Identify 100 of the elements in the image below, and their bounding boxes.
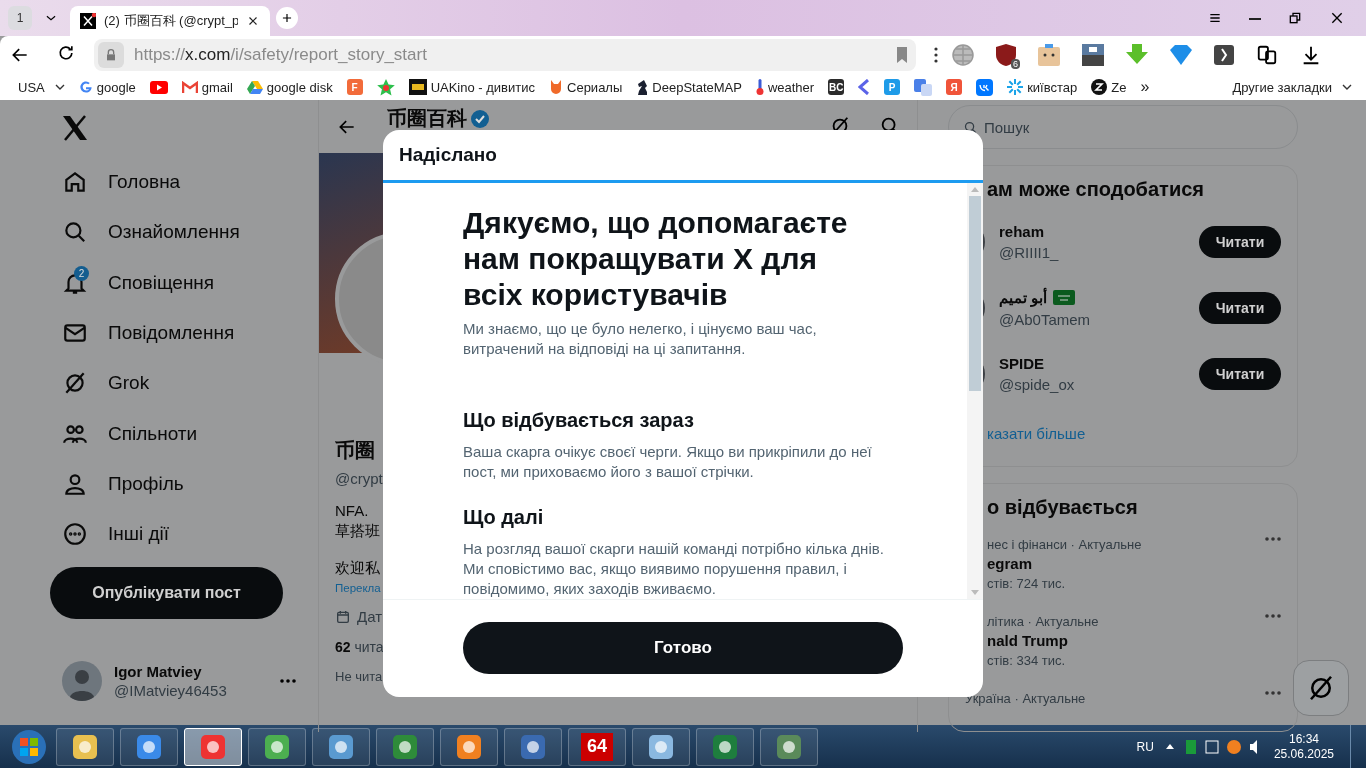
trend-post-count: стів: 334 тис. [987,653,1067,668]
more-bookmarks-button[interactable]: » [1140,78,1150,96]
bookmark-link[interactable]: gmail [201,79,233,95]
bookmark-link[interactable]: київстар [1027,79,1078,95]
address-bar[interactable]: https://x.com/i/safety/report_story_start [94,39,916,71]
nav-item[interactable]: Профіль [50,458,184,510]
chevron-down-icon[interactable] [54,84,65,90]
dialog-intro: Ми знаємо, що це було нелегко, і цінуємо ваш час, витрачений на відповіді на ці запитання. [463,318,818,359]
more-icon[interactable] [1265,537,1281,541]
translate-icon[interactable] [914,78,933,96]
bookmark-link[interactable]: Сериалы [567,79,623,95]
nav-item[interactable]: Спільноти [50,408,198,459]
nav-item[interactable]: Головна [50,157,181,208]
trend-post-count: стів: 724 тис. [987,576,1067,591]
bookmark-link[interactable]: UAKino - дивитис [430,79,535,95]
more-icon [62,521,88,548]
flag-icon [1053,290,1076,305]
more-icon[interactable] [1265,614,1281,618]
section-heading: Що відбувається зараз [463,408,695,432]
taskbar-app[interactable] [248,727,306,766]
taskbar-app[interactable] [632,727,690,766]
grok-button[interactable] [1293,660,1349,716]
verified-icon [471,109,489,128]
done-button[interactable]: Готово [463,622,903,675]
nav-item[interactable]: Інші дії [50,509,170,560]
avatar-icon[interactable] [62,661,102,702]
taskbar-app[interactable] [120,727,178,766]
card-title: ам може сподобатися [987,178,1205,201]
joined-date: Дат [357,608,383,625]
app-icon [71,732,99,761]
bookmark-link[interactable]: google [96,79,136,95]
close-icon [1329,10,1345,26]
taskbar-app[interactable] [504,727,562,766]
chevron-down-icon[interactable] [1342,84,1352,90]
bookmark-link[interactable]: Ze [1111,79,1127,95]
film-icon [408,79,427,95]
bio-line: 草搭班 [335,521,380,541]
diamond-icon[interactable] [1170,44,1192,66]
post-button[interactable]: Опублікувати пост [50,567,283,620]
follow-button[interactable]: Читати [1199,226,1281,258]
extension-badge: 6 [1011,59,1020,69]
account-name: أبو تميم [999,288,1048,307]
restore-icon [1287,10,1303,26]
nav-item[interactable]: Ознайомлення [50,207,240,258]
face-box-icon[interactable] [1038,44,1060,66]
app-icon [199,732,227,761]
app-icon [327,732,355,761]
trend-name[interactable]: nald Trump [987,632,1281,649]
app-icon [775,732,803,761]
follow-button[interactable]: Читати [1199,292,1281,324]
x-logo-icon[interactable] [62,115,88,141]
taskbar-app[interactable] [696,727,754,766]
bookmark-link[interactable]: google disk [266,79,333,95]
trend-name[interactable]: egram [987,555,1281,572]
follow-button[interactable]: Читати [1199,358,1281,390]
calendar-icon [335,608,351,625]
chevron-logo-icon[interactable] [858,79,871,95]
tab-counter[interactable]: 1 [8,6,32,30]
section-heading: Що далі [463,505,545,529]
nav-item[interactable]: 2 Сповіщення [50,257,215,308]
app-icon [263,732,291,761]
browser-tab[interactable]: (2) 币圈百科 (@crypt_p [70,6,270,36]
following-count[interactable]: 62 чита [335,639,384,655]
asterisk-logo-icon [1007,79,1024,95]
taskbar-app[interactable] [440,727,498,766]
circle-logo-icon [1091,79,1108,95]
bookmark-link[interactable]: DeepStateMAP [652,79,742,95]
more-icon[interactable] [1265,691,1281,695]
triangle-drive-icon [246,80,263,94]
star-icon[interactable] [376,78,395,96]
media-box-icon[interactable] [1082,44,1104,66]
play-button-icon[interactable] [149,80,168,94]
globe-icon[interactable] [952,44,974,66]
taskbar-app[interactable] [312,727,370,766]
shield-icon[interactable] [996,44,1016,66]
account-name: SPIDE [999,355,1044,372]
nav-item[interactable]: Grok [50,358,150,409]
caret-up-icon[interactable] [1165,744,1174,749]
taskbar-app[interactable]: 64 [568,727,626,766]
split-square-icon[interactable] [1214,45,1234,65]
account-handle: @RIIII1_ [999,244,1059,261]
bookmark-folder[interactable]: USA [18,79,45,95]
bookmark-icon[interactable] [896,47,908,63]
taskbar-app[interactable] [760,727,818,766]
taskbar-app[interactable] [376,727,434,766]
app-icon [711,732,739,761]
bookmark-logo[interactable]: BC [828,79,845,95]
clock[interactable]: 16:34 25.06.2025 [1273,731,1334,762]
reload-icon [56,43,76,63]
taskbar-app[interactable] [184,727,242,766]
bookmark-link[interactable]: weather [767,79,815,95]
bookmark-folder[interactable]: Другие закладки [1232,79,1332,95]
more-icon[interactable] [280,679,296,684]
kebab-menu-icon[interactable] [934,47,938,63]
nav-item[interactable]: Повідомлення [50,307,235,359]
card-title: о відбувається [987,496,1139,519]
vk-logo-icon[interactable] [976,78,994,96]
taskbar-app[interactable] [56,727,114,766]
plus-icon [280,11,294,25]
language-indicator[interactable]: RU [1136,739,1154,754]
